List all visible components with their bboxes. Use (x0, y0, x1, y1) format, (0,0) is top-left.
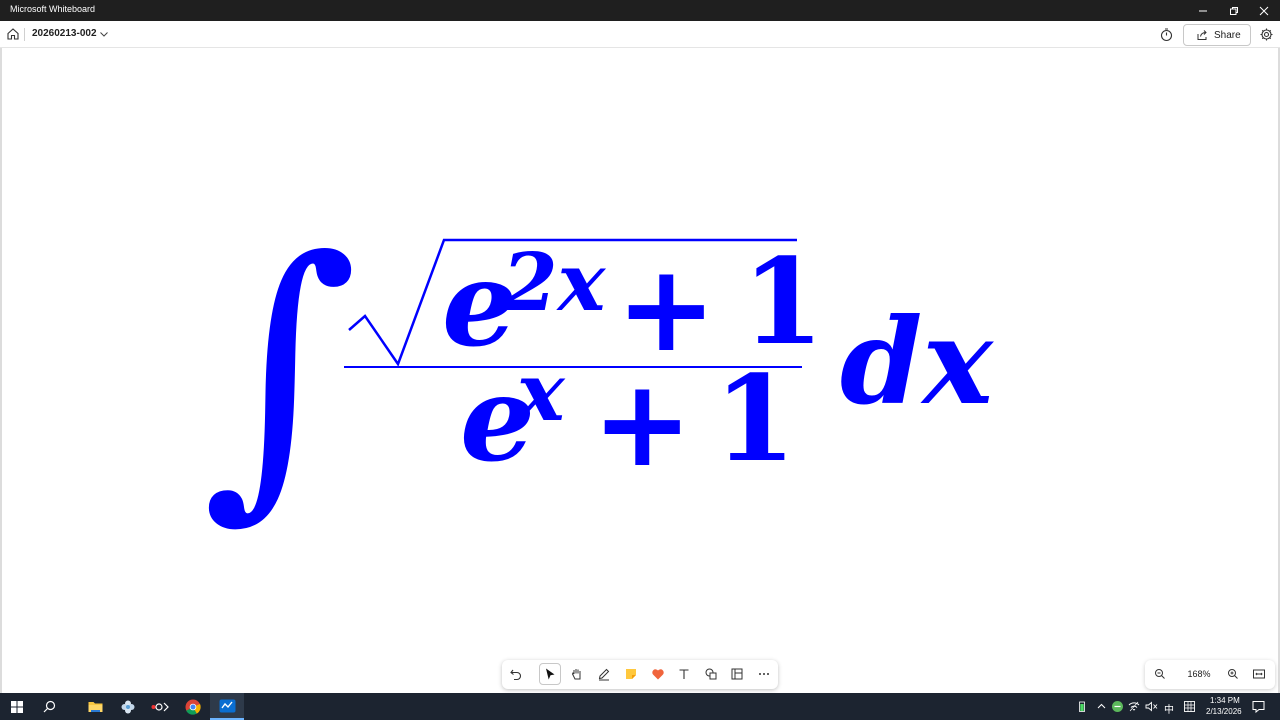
more-icon (759, 673, 769, 675)
input-method-indicator[interactable]: 中 (1164, 701, 1174, 716)
taskbar-whiteboard[interactable] (210, 693, 244, 720)
undo-icon (510, 669, 522, 681)
shapes-tool-button[interactable] (700, 663, 722, 685)
fit-screen-icon (1253, 669, 1265, 679)
restore-icon (1230, 6, 1238, 15)
battery-icon[interactable] (1079, 701, 1085, 712)
reaction-heart-icon (652, 669, 664, 680)
numerator-exponent: 2x (501, 235, 607, 329)
denominator-one: 1 (714, 349, 796, 488)
taskbar-app-3[interactable] (143, 693, 177, 720)
clock-date[interactable]: 2/13/2026 (1206, 707, 1242, 716)
search-icon (43, 700, 55, 713)
shapes-icon (705, 668, 717, 680)
restore-button[interactable] (1219, 0, 1249, 21)
pan-hand-icon (571, 669, 581, 680)
template-icon (731, 668, 743, 680)
close-button[interactable] (1249, 0, 1279, 21)
clock-time[interactable]: 1:34 PM (1210, 696, 1240, 705)
templates-button[interactable] (726, 663, 748, 685)
app-bar: 20260213-002 Share (0, 21, 1280, 48)
zoom-out-icon (1155, 669, 1165, 679)
whiteboard-app-icon (219, 699, 235, 712)
timer-icon[interactable] (1159, 27, 1174, 42)
window-title: Microsoft Whiteboard (10, 4, 96, 14)
share-label: Share (1214, 29, 1241, 41)
start-button[interactable] (0, 693, 34, 720)
creation-toolbar (502, 660, 778, 689)
close-icon (1259, 6, 1269, 15)
pen-tool-button[interactable] (593, 663, 615, 685)
undo-button[interactable] (505, 663, 527, 685)
reaction-button[interactable] (647, 663, 669, 685)
minimize-icon (1199, 10, 1207, 11)
select-tool-button[interactable] (539, 663, 561, 685)
search-button[interactable] (32, 693, 66, 720)
denominator-plus: + (592, 355, 693, 494)
zoom-in-icon (1228, 669, 1238, 679)
chevron-down-icon[interactable] (99, 29, 109, 39)
differential-dx: dx (840, 292, 995, 431)
whiteboard-canvas[interactable]: ∫ e 2x + 1 e x + 1 dx (0, 48, 1280, 693)
text-icon (679, 669, 689, 679)
minimize-button[interactable] (1188, 0, 1218, 21)
pen-icon (598, 668, 610, 681)
taskbar: 中 1:34 PM 2/13/2026 (0, 693, 1280, 720)
home-icon[interactable] (6, 27, 20, 41)
integral-sign: ∫ (202, 197, 358, 546)
share-icon (1197, 30, 1207, 40)
denominator-exponent: x (515, 345, 566, 439)
notifications-icon[interactable] (1252, 700, 1265, 713)
chevron-up-icon[interactable] (1097, 703, 1106, 709)
sticky-note-button[interactable] (620, 663, 642, 685)
taskbar-file-explorer[interactable] (78, 693, 112, 720)
app-flower-icon (121, 700, 135, 713)
divider (24, 28, 25, 41)
zoom-out-button[interactable] (1149, 663, 1171, 685)
volume-icon[interactable] (1145, 701, 1158, 712)
settings-gear-icon[interactable] (1259, 27, 1274, 42)
network-status-icon[interactable] (1111, 700, 1124, 713)
text-tool-button[interactable] (673, 663, 695, 685)
zoom-level[interactable]: 168% (1184, 669, 1214, 679)
windows-logo-icon (11, 700, 23, 713)
zoom-in-button[interactable] (1222, 663, 1244, 685)
title-bar: Microsoft Whiteboard (0, 0, 1280, 21)
folder-icon (88, 702, 102, 712)
taskbar-app-2[interactable] (111, 693, 145, 720)
taskbar-chrome[interactable] (176, 693, 210, 720)
share-button[interactable]: Share (1183, 24, 1251, 46)
pan-tool-button[interactable] (566, 663, 588, 685)
more-button[interactable] (753, 663, 775, 685)
chrome-icon (185, 699, 201, 715)
fit-to-screen-button[interactable] (1248, 663, 1270, 685)
zoom-controls: 168% (1145, 660, 1275, 689)
wifi-icon[interactable] (1128, 701, 1140, 712)
app-record-icon (151, 702, 169, 711)
keyboard-grid-icon[interactable] (1184, 701, 1195, 712)
select-icon (546, 668, 555, 680)
formula-ink[interactable]: ∫ e 2x + 1 e x + 1 dx (2, 48, 1278, 693)
sticky-note-icon (626, 669, 636, 679)
board-name[interactable]: 20260213-002 (32, 28, 97, 39)
